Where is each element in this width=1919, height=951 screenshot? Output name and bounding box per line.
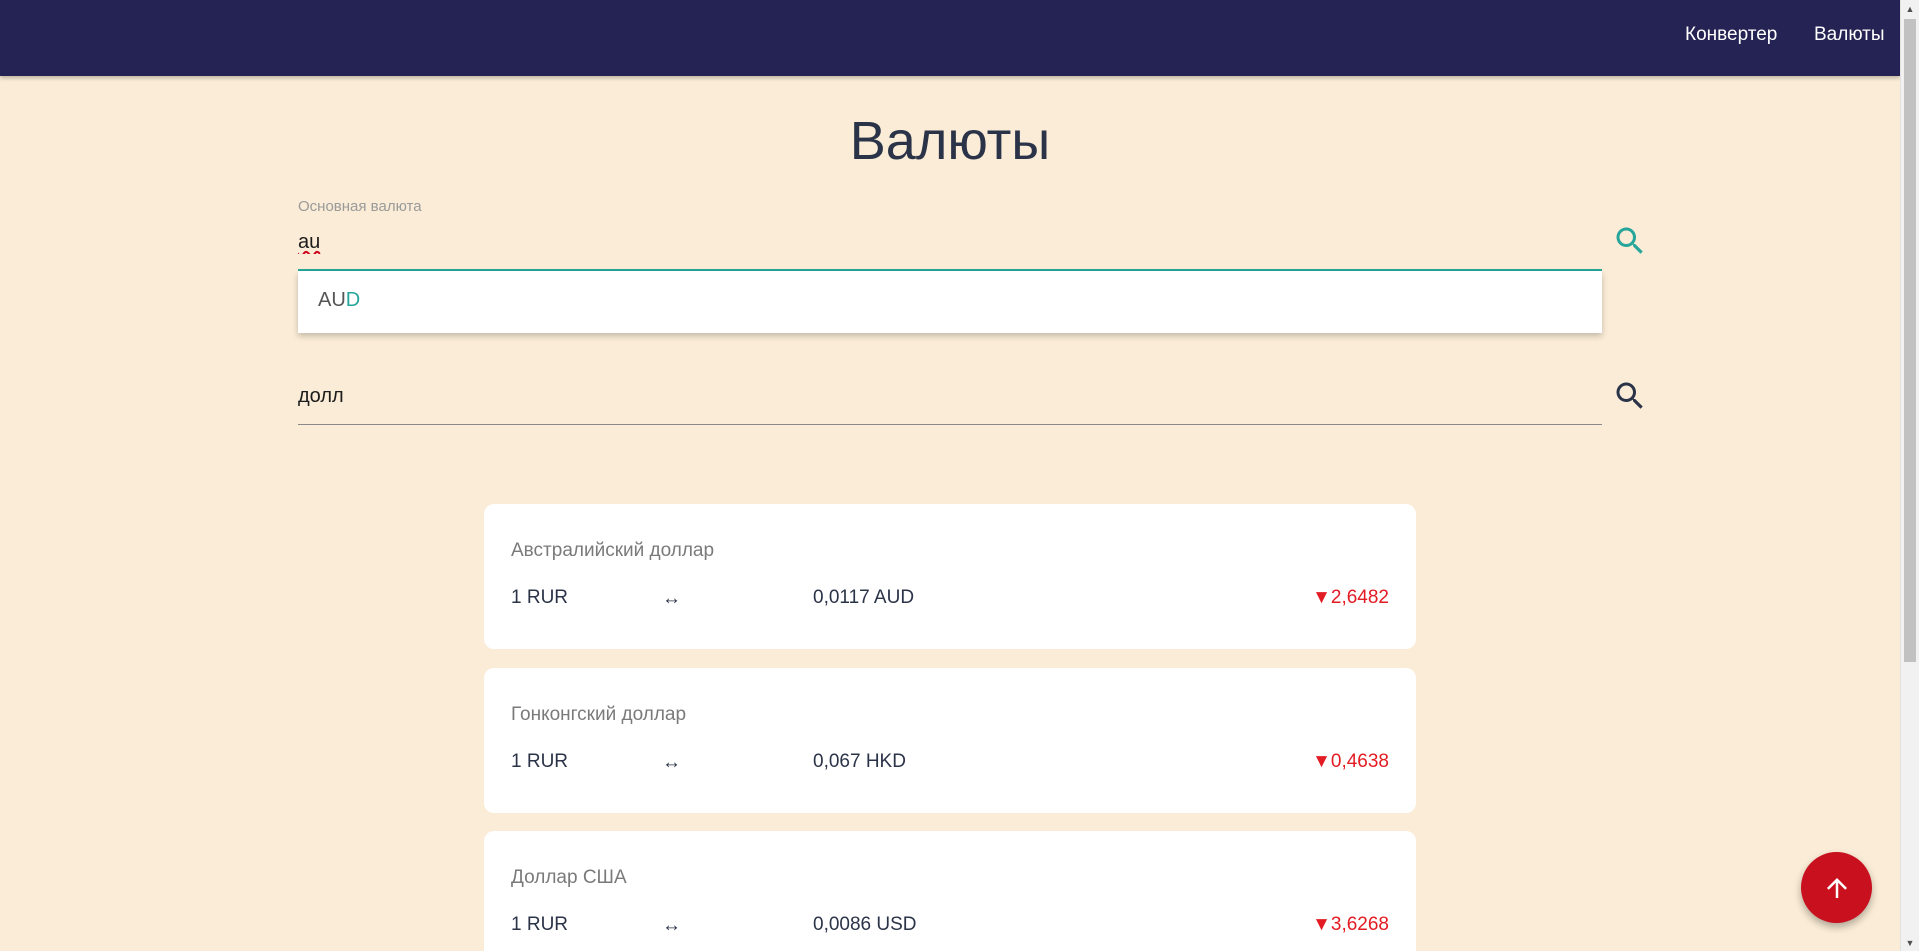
exchange-arrow-icon: ↔ [662,915,681,936]
currency-name: Доллар США [511,867,627,888]
scroll-up-arrow-icon[interactable]: ▲ [1901,0,1919,17]
arrow-up-icon [1826,877,1847,898]
base-amount: 1 RUR [511,587,569,608]
base-amount: 1 RUR [511,751,569,772]
exchange-arrow-icon: ↔ [662,752,681,773]
search-icon[interactable] [1612,378,1648,414]
nav-link-converter[interactable]: Конвертер [1685,24,1777,46]
page-scrollbar[interactable]: ▲ ▼ [1900,0,1919,951]
autocomplete-dropdown: AUD [298,271,1602,333]
converted-amount: 0,0117 AUD [813,587,915,608]
exchange-arrow-icon: ↔ [662,588,681,609]
top-navbar: Конвертер Валюты [0,0,1900,76]
rate-change: ▼2,6482 [1312,587,1389,608]
scrollbar-thumb[interactable] [1904,19,1916,662]
converted-amount: 0,067 HKD [813,751,906,772]
base-amount: 1 RUR [511,914,569,935]
rate-change: ▼3,6268 [1312,914,1389,935]
rate-change: ▼0,4638 [1312,751,1389,772]
base-currency-input[interactable] [298,220,1602,264]
scroll-down-arrow-icon[interactable]: ▼ [1901,934,1919,951]
currency-name: Австралийский доллар [511,540,715,561]
option-match-text: AU [318,289,346,311]
converted-amount: 0,0086 USD [813,914,917,935]
currency-name: Гонконгский доллар [511,704,687,725]
currency-card: Доллар США 1 RUR ↔ 0,0086 USD ▼3,6268 [484,831,1416,951]
nav-link-currencies[interactable]: Валюты [1814,24,1885,46]
currency-card: Австралийский доллар 1 RUR ↔ 0,0117 AUD … [484,504,1416,649]
currency-filter-underline [298,424,1602,425]
autocomplete-option-aud[interactable]: AUD [318,289,360,312]
currency-filter-input[interactable] [298,374,1602,418]
scroll-to-top-button[interactable] [1801,852,1872,923]
search-icon[interactable] [1612,223,1648,259]
option-rest-text: D [345,289,361,311]
page-title: Валюты [849,111,1051,171]
currency-card: Гонконгский доллар 1 RUR ↔ 0,067 HKD ▼0,… [484,668,1416,813]
base-currency-label: Основная валюта [298,198,422,215]
